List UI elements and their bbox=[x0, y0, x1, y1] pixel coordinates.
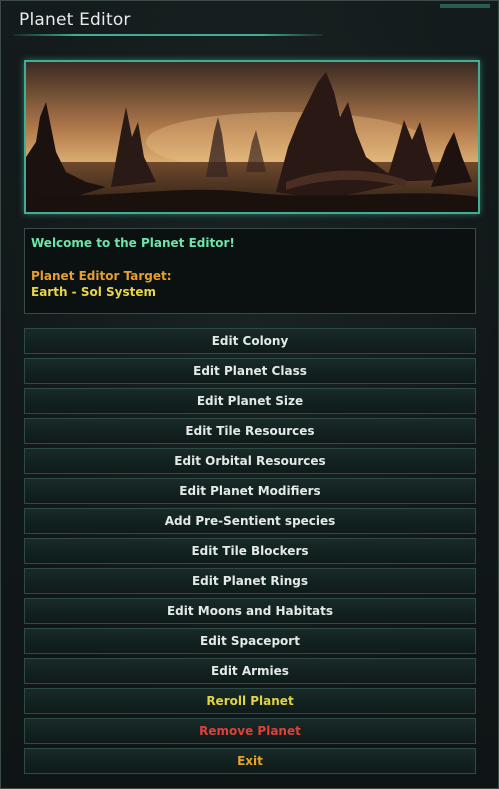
edit-colony-button[interactable]: Edit Colony bbox=[24, 328, 476, 354]
edit-planet-modifiers-button[interactable]: Edit Planet Modifiers bbox=[24, 478, 476, 504]
edit-planet-rings-button[interactable]: Edit Planet Rings bbox=[24, 568, 476, 594]
window-title: Planet Editor bbox=[19, 10, 131, 30]
edit-planet-size-button[interactable]: Edit Planet Size bbox=[24, 388, 476, 414]
planet-banner-image bbox=[24, 60, 480, 214]
edit-moons-and-habitats-button[interactable]: Edit Moons and Habitats bbox=[24, 598, 476, 624]
title-underline bbox=[13, 34, 323, 36]
corner-decoration bbox=[428, 1, 498, 13]
edit-armies-button[interactable]: Edit Armies bbox=[24, 658, 476, 684]
reroll-planet-button[interactable]: Reroll Planet bbox=[24, 688, 476, 714]
title-bar: Planet Editor bbox=[1, 1, 498, 39]
planet-editor-window: Planet Editor Welcome to the Planet Edit… bbox=[0, 0, 499, 789]
remove-planet-button[interactable]: Remove Planet bbox=[24, 718, 476, 744]
target-value: Earth - Sol System bbox=[31, 285, 156, 299]
alien-landscape-illustration bbox=[26, 62, 478, 212]
welcome-text: Welcome to the Planet Editor! bbox=[31, 236, 235, 250]
target-label: Planet Editor Target: bbox=[31, 269, 172, 283]
edit-tile-blockers-button[interactable]: Edit Tile Blockers bbox=[24, 538, 476, 564]
edit-orbital-resources-button[interactable]: Edit Orbital Resources bbox=[24, 448, 476, 474]
info-panel: Welcome to the Planet Editor! Planet Edi… bbox=[24, 228, 476, 314]
add-pre-sentient-species-button[interactable]: Add Pre-Sentient species bbox=[24, 508, 476, 534]
edit-tile-resources-button[interactable]: Edit Tile Resources bbox=[24, 418, 476, 444]
edit-planet-class-button[interactable]: Edit Planet Class bbox=[24, 358, 476, 384]
edit-spaceport-button[interactable]: Edit Spaceport bbox=[24, 628, 476, 654]
exit-button[interactable]: Exit bbox=[24, 748, 476, 774]
